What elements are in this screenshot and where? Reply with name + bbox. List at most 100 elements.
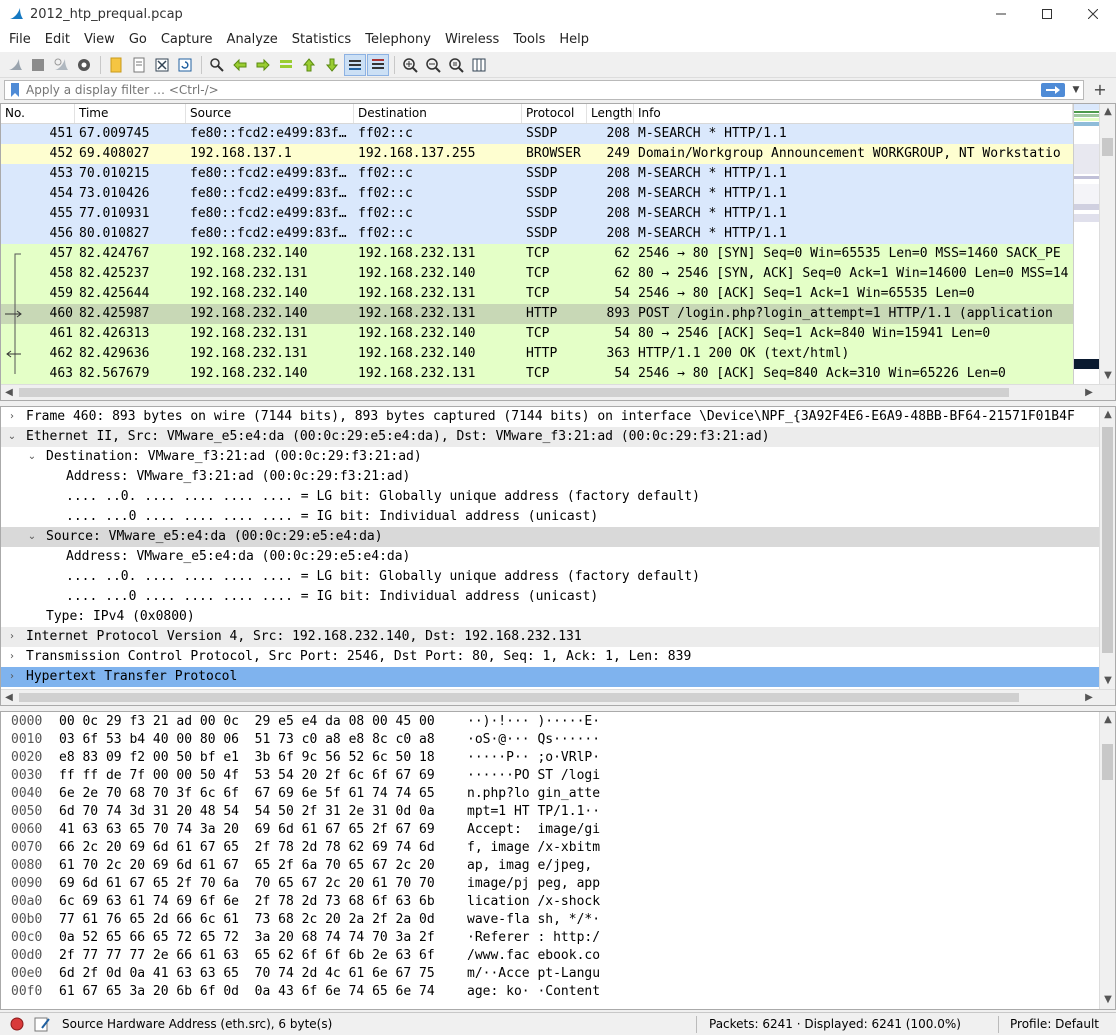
detail-tree-item[interactable]: › Frame 460: 893 bytes on wire (7144 bits…	[1, 407, 1099, 427]
hex-bytes[interactable]: 6d 70 74 3d 31 20 48 54 54 50 2f 31 2e 3…	[59, 803, 435, 821]
detail-tree-item[interactable]: › Internet Protocol Version 4, Src: 192.1…	[1, 627, 1099, 647]
capture-status-icon[interactable]	[10, 1017, 24, 1031]
hex-bytes[interactable]: 41 63 63 65 70 74 3a 20 69 6d 61 67 65 2…	[59, 821, 435, 839]
details-vertical-scrollbar[interactable]: ▲ ▼	[1099, 407, 1115, 689]
scroll-right-icon[interactable]: ▶	[1081, 690, 1097, 706]
hex-bytes[interactable]: 2f 77 77 77 2e 66 61 63 65 62 6f 6f 6b 2…	[59, 947, 435, 965]
chevron-right-icon[interactable]: ›	[5, 647, 19, 667]
scroll-thumb[interactable]	[19, 388, 1009, 397]
resize-columns-button[interactable]	[468, 54, 490, 76]
packet-row[interactable]: 461 82.426313 192.168.232.131 192.168.232.1…	[1, 324, 1073, 344]
hex-bytes[interactable]: 66 2c 20 69 6d 61 67 65 2f 78 2d 78 62 6…	[59, 839, 435, 857]
scroll-right-icon[interactable]: ▶	[1081, 385, 1097, 401]
menu-analyze[interactable]: Analyze	[220, 28, 285, 52]
ascii-bytes[interactable]: ··)·!··· )·····E·	[467, 713, 600, 731]
detail-tree-item[interactable]: Address: VMware_f3:21:ad (00:0c:29:f3:21…	[1, 467, 1099, 487]
detail-tree-item[interactable]: .... ..0. .... .... .... .... = LG bit: …	[1, 567, 1099, 587]
apply-filter-button[interactable]	[1041, 83, 1065, 97]
column-header-length[interactable]: Length	[587, 104, 634, 123]
menu-telephony[interactable]: Telephony	[358, 28, 438, 52]
open-file-button[interactable]	[105, 54, 127, 76]
menu-file[interactable]: File	[2, 28, 38, 52]
hex-bytes[interactable]: 03 6f 53 b4 40 00 80 06 51 73 c0 a8 e8 8…	[59, 731, 435, 749]
scroll-thumb[interactable]	[19, 693, 1019, 702]
edit-comment-icon[interactable]	[34, 1016, 50, 1032]
details-horizontal-scrollbar[interactable]: ◀ ▶	[1, 689, 1115, 705]
ascii-bytes[interactable]: m/··Acce pt-Langu	[467, 965, 600, 983]
packet-row[interactable]: 462 82.429636 192.168.232.131 192.168.232.1…	[1, 344, 1073, 364]
column-header-protocol[interactable]: Protocol	[522, 104, 587, 123]
packet-row[interactable]: 454 73.010426 fe80::fcd2:e499:83f… ff02::c S…	[1, 184, 1073, 204]
hex-bytes[interactable]: 6d 2f 0d 0a 41 63 63 65 70 74 2d 4c 61 6…	[59, 965, 435, 983]
hex-bytes[interactable]: 6c 69 63 61 74 69 6f 6e 2f 78 2d 73 68 6…	[59, 893, 435, 911]
hex-bytes[interactable]: 0a 52 65 66 65 72 65 72 3a 20 68 74 74 7…	[59, 929, 435, 947]
maximize-button[interactable]	[1024, 0, 1070, 28]
ascii-bytes[interactable]: /www.fac ebook.co	[467, 947, 600, 965]
ascii-bytes[interactable]: f, image /x-xbitm	[467, 839, 600, 857]
menu-help[interactable]: Help	[552, 28, 596, 52]
detail-tree-item[interactable]: .... ...0 .... .... .... .... = IG bit: …	[1, 507, 1099, 527]
chevron-right-icon[interactable]: ›	[5, 407, 19, 427]
menu-wireless[interactable]: Wireless	[438, 28, 506, 52]
hex-bytes[interactable]: 6e 2e 70 68 70 3f 6c 6f 67 69 6e 5f 61 7…	[59, 785, 435, 803]
chevron-right-icon[interactable]: ›	[5, 667, 19, 687]
ascii-bytes[interactable]: mpt=1 HT TP/1.1··	[467, 803, 600, 821]
go-to-packet-button[interactable]	[275, 54, 297, 76]
ascii-bytes[interactable]: ·oS·@··· Qs······	[467, 731, 600, 749]
menu-tools[interactable]: Tools	[506, 28, 552, 52]
restart-capture-button[interactable]	[50, 54, 72, 76]
packet-row[interactable]: 463 82.567679 192.168.232.140 192.168.232.1…	[1, 364, 1073, 384]
hex-bytes[interactable]: 69 6d 61 67 65 2f 70 6a 70 65 67 2c 20 6…	[59, 875, 435, 893]
scroll-thumb[interactable]	[1102, 744, 1113, 780]
go-forward-button[interactable]	[252, 54, 274, 76]
bookmark-icon[interactable]	[8, 82, 22, 98]
ascii-bytes[interactable]: n.php?lo gin_atte	[467, 785, 600, 803]
go-back-button[interactable]	[229, 54, 251, 76]
packet-row[interactable]: 459 82.425644 192.168.232.140 192.168.232.1…	[1, 284, 1073, 304]
bytes-vertical-scrollbar[interactable]: ▲ ▼	[1099, 712, 1115, 1009]
hex-bytes[interactable]: 61 70 2c 20 69 6d 61 67 65 2f 6a 70 65 6…	[59, 857, 435, 875]
menu-statistics[interactable]: Statistics	[285, 28, 358, 52]
menu-go[interactable]: Go	[122, 28, 154, 52]
detail-tree-item[interactable]: › Transmission Control Protocol, Src Port…	[1, 647, 1099, 667]
save-file-button[interactable]	[128, 54, 150, 76]
scroll-thumb[interactable]	[1102, 427, 1113, 653]
close-button[interactable]	[1070, 0, 1116, 28]
ascii-bytes[interactable]: lication /x-shock	[467, 893, 600, 911]
zoom-in-button[interactable]	[399, 54, 421, 76]
scroll-up-icon[interactable]: ▲	[1100, 712, 1116, 728]
packet-row[interactable]: 458 82.425237 192.168.232.131 192.168.232.1…	[1, 264, 1073, 284]
normal-size-button[interactable]	[445, 54, 467, 76]
close-file-button[interactable]	[151, 54, 173, 76]
hex-bytes[interactable]: 61 67 65 3a 20 6b 6f 0d 0a 43 6f 6e 74 6…	[59, 983, 435, 1001]
packet-list-horizontal-scrollbar[interactable]: ◀ ▶	[1, 384, 1115, 400]
detail-tree-item[interactable]: Address: VMware_e5:e4:da (00:0c:29:e5:e4…	[1, 547, 1099, 567]
packet-row[interactable]: 460 82.425987 192.168.232.140 192.168.232.1…	[1, 304, 1073, 324]
menu-view[interactable]: View	[77, 28, 122, 52]
first-packet-button[interactable]	[298, 54, 320, 76]
find-packet-button[interactable]	[206, 54, 228, 76]
detail-tree-item[interactable]: ⌄ Destination: VMware_f3:21:ad (00:0c:29:…	[1, 447, 1099, 467]
detail-tree-item[interactable]: .... ..0. .... .... .... .... = LG bit: …	[1, 487, 1099, 507]
scroll-thumb[interactable]	[1102, 138, 1113, 156]
packet-list-vertical-scrollbar[interactable]: ▲ ▼	[1099, 104, 1115, 384]
capture-options-button[interactable]	[73, 54, 95, 76]
column-header-source[interactable]: Source	[186, 104, 354, 123]
menu-capture[interactable]: Capture	[154, 28, 220, 52]
colorize-button[interactable]	[367, 53, 389, 76]
scroll-down-icon[interactable]: ▼	[1100, 368, 1116, 384]
zoom-out-button[interactable]	[422, 54, 444, 76]
ascii-bytes[interactable]: Accept: image/gi	[467, 821, 600, 839]
hex-bytes[interactable]: 00 0c 29 f3 21 ad 00 0c 29 e5 e4 da 08 0…	[59, 713, 435, 731]
hex-bytes[interactable]: ff ff de 7f 00 00 50 4f 53 54 20 2f 6c 6…	[59, 767, 435, 785]
last-packet-button[interactable]	[321, 54, 343, 76]
column-header-time[interactable]: Time	[75, 104, 186, 123]
minimize-button[interactable]	[978, 0, 1024, 28]
ascii-bytes[interactable]: ·Referer : http:/	[467, 929, 600, 947]
ascii-bytes[interactable]: ······PO ST /logi	[467, 767, 600, 785]
ascii-bytes[interactable]: ap, imag e/jpeg,	[467, 857, 600, 875]
status-profile[interactable]: Profile: Default	[1010, 1013, 1099, 1035]
auto-scroll-button[interactable]	[344, 53, 366, 76]
start-capture-button[interactable]	[4, 54, 26, 76]
chevron-right-icon[interactable]: ›	[5, 627, 19, 647]
